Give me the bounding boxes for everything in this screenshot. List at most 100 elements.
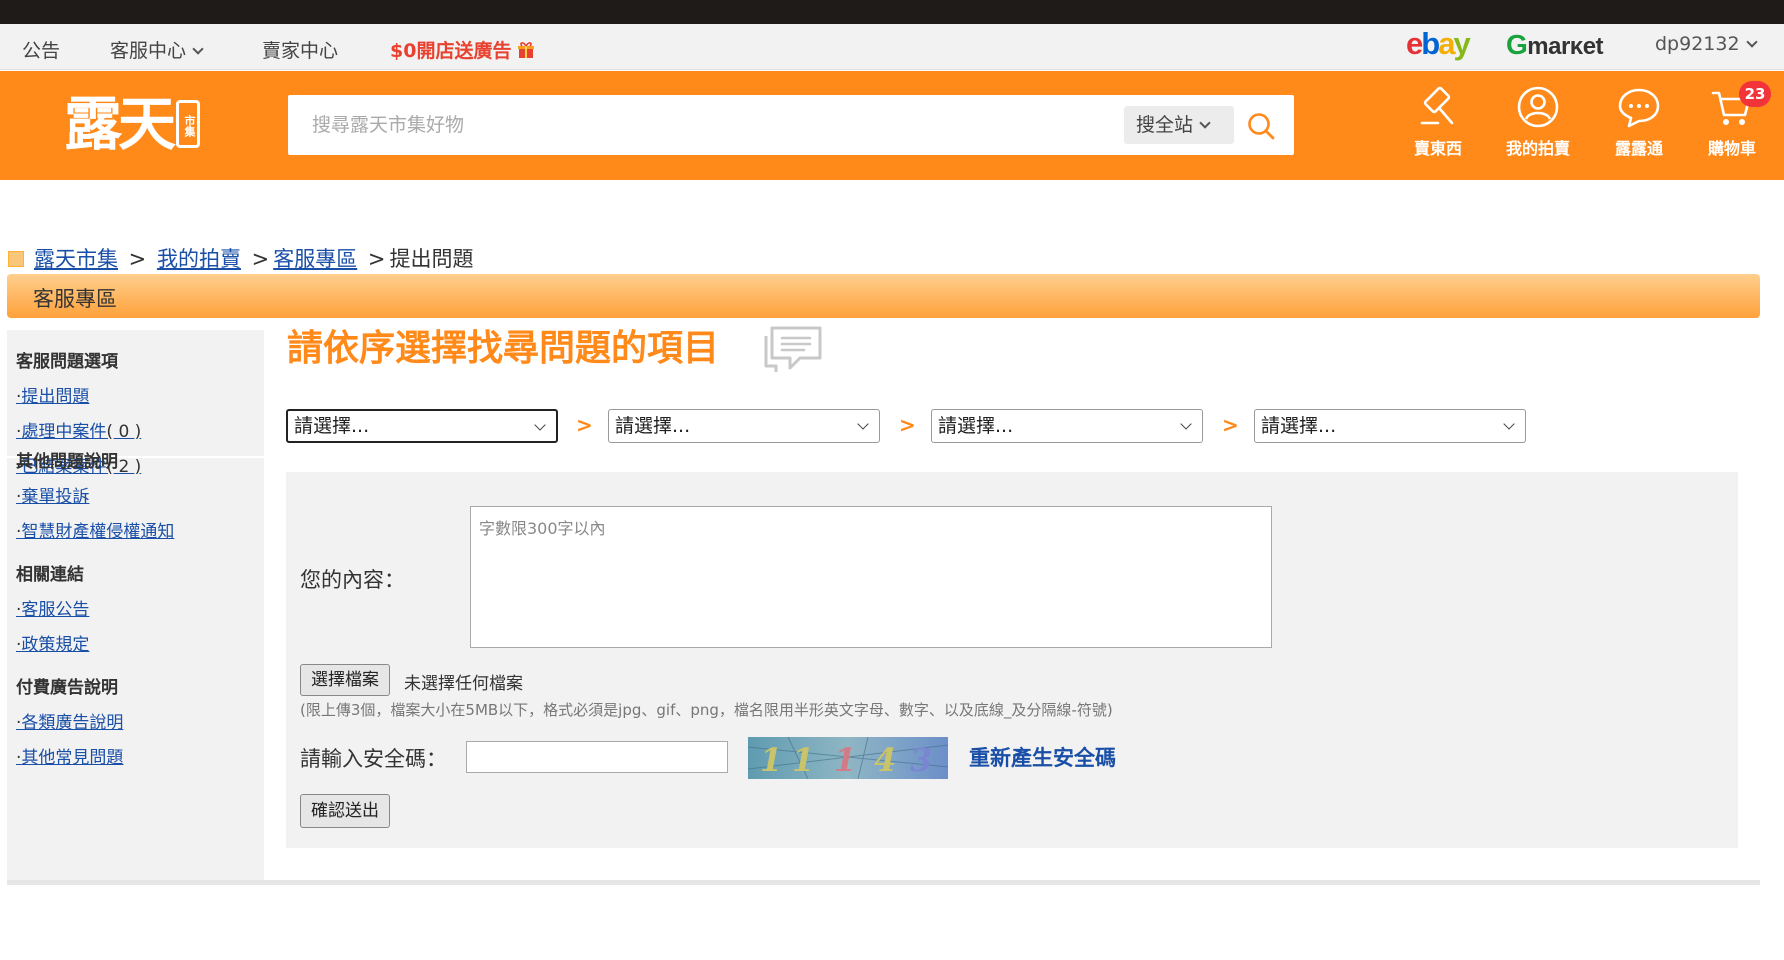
customer-center-menu[interactable]: 客服中心: [110, 36, 204, 63]
search-scope-select[interactable]: 搜全站: [1124, 106, 1234, 144]
captcha-digit: 4: [874, 741, 896, 779]
my-auction-button[interactable]: 我的拍賣: [1496, 85, 1580, 159]
site-header: 露天 市集 搜全站 賣東西 我的拍賣 露露通 23 購物車: [0, 71, 1784, 180]
sidebar-item-ad-types[interactable]: ‧各類廣告說明: [16, 712, 123, 734]
window-chrome: [0, 0, 1784, 24]
step-arrow: >: [1222, 413, 1239, 437]
logo-tag: 市集: [176, 100, 201, 148]
sidebar-link-label: 提出問題: [21, 387, 90, 407]
gavel-icon: [1420, 86, 1454, 125]
gmarket-wordmark: marκet: [1527, 33, 1604, 60]
submit-button[interactable]: 確認送出: [300, 794, 390, 828]
category-select-1[interactable]: 請選擇...: [286, 409, 558, 443]
category-select-2[interactable]: 請選擇...: [608, 409, 880, 443]
breadcrumb-my-auction-link[interactable]: 我的拍賣: [157, 247, 241, 271]
messenger-button[interactable]: 露露通: [1597, 85, 1681, 159]
category-select-4[interactable]: 請選擇...: [1254, 409, 1526, 443]
case-count: ( 0 ): [106, 422, 142, 442]
cart-button[interactable]: 23 購物車: [1690, 81, 1774, 159]
section-header-bar: 客服專區: [7, 274, 1760, 318]
my-auction-label: 我的拍賣: [1505, 139, 1570, 158]
file-status: 未選擇任何檔案: [404, 674, 523, 694]
breadcrumb-separator: >: [244, 247, 270, 271]
captcha-digit: 3: [910, 741, 932, 779]
captcha-digit: 1: [834, 741, 856, 779]
search-box: 搜全站: [288, 95, 1294, 155]
content-label: 您的內容：: [300, 568, 405, 592]
site-logo[interactable]: 露天 市集: [64, 89, 201, 159]
sidebar-link-label: 處理中案件: [21, 422, 107, 442]
ebay-letter-a: a: [1438, 26, 1455, 61]
gmarket-letter-g: G: [1506, 29, 1528, 60]
refresh-captcha-link[interactable]: 重新產生安全碼: [969, 742, 1116, 772]
user-menu[interactable]: dp92132: [1655, 33, 1758, 55]
captcha-input[interactable]: [466, 741, 728, 773]
promo-label: $0開店送廣告: [390, 40, 512, 62]
seller-center-link[interactable]: 賣家中心: [262, 36, 338, 63]
sidebar-item-policy[interactable]: ‧政策規定: [16, 634, 89, 656]
sidebar-group-title: 客服問題選項: [16, 352, 118, 372]
breadcrumb-home-link[interactable]: 露天市集: [34, 247, 118, 271]
sidebar-group-other: 其他問題說明 ‧棄單投訴 ‧智慧財產權侵權通知: [16, 451, 174, 543]
chevron-down-icon: [1503, 418, 1515, 430]
chevron-down-icon: [1745, 36, 1758, 48]
chevron-down-icon: [1180, 418, 1192, 430]
step-arrow: >: [899, 413, 916, 437]
sidebar-item-ip-infringement[interactable]: ‧智慧財產權侵權通知: [16, 521, 174, 543]
question-form: 您的內容： 選擇檔案 未選擇任何檔案 (限上傳3個，檔案大小在5MB以下，格式必…: [286, 472, 1738, 848]
cart-label: 購物車: [1707, 139, 1756, 158]
gift-icon: [518, 42, 535, 58]
sell-button[interactable]: 賣東西: [1396, 85, 1480, 159]
section-title: 客服專區: [33, 287, 117, 311]
sidebar-item-submit-question[interactable]: ‧提出問題: [16, 386, 141, 408]
chevron-down-icon: [857, 418, 869, 430]
captcha-digit: 1: [760, 741, 782, 779]
sidebar-group-related: 相關連結 ‧客服公告 ‧政策規定: [16, 564, 89, 656]
sidebar-group-title: 相關連結: [16, 565, 84, 585]
content-bottom-divider: [7, 880, 1760, 885]
gmarket-logo[interactable]: Gmarκet: [1506, 29, 1604, 61]
sidebar: 客服問題選項 ‧提出問題 ‧處理中案件( 0 ) ‧已結案案件( 2 ) 其他問…: [7, 330, 264, 880]
cart-count-badge: 23: [1739, 81, 1771, 107]
breadcrumb-separator: >: [122, 247, 153, 271]
chevron-down-icon: [1199, 117, 1211, 129]
select-value: 請選擇...: [1261, 415, 1337, 437]
step-arrow: >: [576, 413, 593, 437]
ebay-letter-b: b: [1421, 26, 1440, 61]
breadcrumb-separator: >: [361, 247, 386, 271]
search-scope-label: 搜全站: [1136, 114, 1194, 136]
captcha-image: 1 1 1 4 3: [748, 737, 948, 779]
ebay-letter-y: y: [1453, 26, 1470, 61]
sidebar-link-label: 客服公告: [21, 600, 90, 620]
breadcrumb-bullet-icon: [8, 251, 24, 267]
upload-note: (限上傳3個，檔案大小在5MB以下，格式必須是jpg、gif、png，檔名限用半…: [300, 701, 1113, 719]
sidebar-item-abandon-complaint[interactable]: ‧棄單投訴: [16, 486, 174, 508]
sidebar-link-label: 其他常見問題: [21, 748, 124, 768]
breadcrumb-service-link[interactable]: 客服專區: [273, 247, 357, 271]
select-value: 請選擇...: [615, 415, 691, 437]
breadcrumb: 露天市集 > 我的拍賣 > 客服專區 > 提出問題: [8, 243, 474, 273]
sidebar-item-service-announcement[interactable]: ‧客服公告: [16, 599, 89, 621]
promo-link[interactable]: $0開店送廣告: [390, 36, 535, 63]
captcha-digit: 1: [792, 741, 814, 779]
category-select-3[interactable]: 請選擇...: [931, 409, 1203, 443]
search-icon[interactable]: [1246, 111, 1276, 141]
select-value: 請選擇...: [294, 415, 370, 437]
content-textarea[interactable]: [470, 506, 1272, 648]
ebay-logo[interactable]: ebay: [1406, 26, 1471, 61]
logo-text: 露天: [64, 90, 176, 158]
sidebar-item-processing-cases[interactable]: ‧處理中案件( 0 ): [16, 421, 141, 443]
sidebar-link-label: 智慧財產權侵權通知: [21, 522, 175, 542]
announcement-link[interactable]: 公告: [22, 36, 60, 63]
sidebar-link-label: 各類廣告說明: [21, 713, 124, 733]
sidebar-link-label: 棄單投訴: [21, 487, 90, 507]
chat-bubble-icon: [1618, 88, 1660, 128]
chevron-down-icon: [192, 43, 204, 55]
ebay-letter-e: e: [1406, 26, 1423, 61]
sidebar-link-label: 政策規定: [21, 635, 90, 655]
breadcrumb-current: 提出問題: [389, 247, 474, 271]
choose-file-button[interactable]: 選擇檔案: [300, 664, 390, 696]
search-input[interactable]: [288, 95, 1118, 155]
captcha-label: 請輸入安全碼：: [300, 747, 447, 771]
sidebar-item-faq[interactable]: ‧其他常見問題: [16, 747, 123, 769]
